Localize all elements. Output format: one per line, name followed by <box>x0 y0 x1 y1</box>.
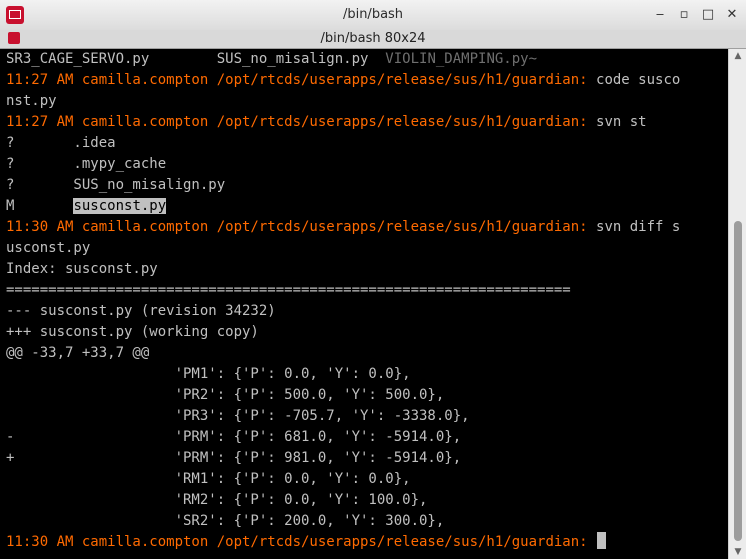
shell-prompt: 11:27 AM camilla.compton /opt/rtcds/user… <box>6 72 597 88</box>
line-text: - 'PRM': {'P': 681.0, 'Y': -5914.0}, <box>6 429 462 445</box>
terminal-line: --- susconst.py (revision 34232) <box>6 301 276 322</box>
line-text: code susco <box>596 72 681 88</box>
terminal-line: @@ -33,7 +33,7 @@ <box>6 343 149 364</box>
restore-button[interactable]: ▫ <box>676 7 692 23</box>
line-text: 'PR3': {'P': -705.7, 'Y': -3338.0}, <box>6 408 470 424</box>
close-button[interactable]: ✕ <box>724 7 740 23</box>
line-text: M <box>6 198 74 214</box>
terminal-line: ? SUS_no_misalign.py <box>6 175 225 196</box>
line-text: +++ susconst.py (working copy) <box>6 324 259 340</box>
terminal-line: 'PR3': {'P': -705.7, 'Y': -3338.0}, <box>6 406 470 427</box>
terminal-line: 'RM2': {'P': 0.0, 'Y': 100.0}, <box>6 490 428 511</box>
terminal-line: M susconst.py <box>6 196 167 217</box>
terminal-line: 11:27 AM camilla.compton /opt/rtcds/user… <box>6 112 647 133</box>
line-text: 'RM1': {'P': 0.0, 'Y': 0.0}, <box>6 471 411 487</box>
line-text: VIOLIN_DAMPING.py~ <box>385 51 538 67</box>
title-bar[interactable]: /bin/bash ‒ ▫ □ ✕ <box>0 0 746 31</box>
line-text: 'PM1': {'P': 0.0, 'Y': 0.0}, <box>6 366 411 382</box>
tab-title[interactable]: /bin/bash 80x24 <box>0 30 746 48</box>
terminal-line: Index: susconst.py <box>6 259 158 280</box>
line-text: --- susconst.py (revision 34232) <box>6 303 276 319</box>
terminal-line: ========================================… <box>6 280 571 301</box>
arrow-down-icon[interactable]: ▼ <box>729 545 746 559</box>
line-text: 'RM2': {'P': 0.0, 'Y': 100.0}, <box>6 492 428 508</box>
shell-prompt: 11:30 AM camilla.compton /opt/rtcds/user… <box>6 219 597 235</box>
terminal-line: +++ susconst.py (working copy) <box>6 322 259 343</box>
line-text: 'PR2': {'P': 500.0, 'Y': 500.0}, <box>6 387 445 403</box>
line-text: ? SUS_no_misalign.py <box>6 177 226 193</box>
line-text: ? .mypy_cache <box>6 156 167 172</box>
line-text: SR3_CAGE_SERVO.py SUS_no_misalign.py <box>6 51 386 67</box>
line-text: usconst.py <box>6 240 91 256</box>
maximize-button[interactable]: □ <box>700 7 716 23</box>
line-text: ========================================… <box>6 282 571 298</box>
terminal-line: 'PM1': {'P': 0.0, 'Y': 0.0}, <box>6 364 411 385</box>
terminal-line: 'PR2': {'P': 500.0, 'Y': 500.0}, <box>6 385 445 406</box>
terminal-window: /bin/bash ‒ ▫ □ ✕ /bin/bash 80x24 SR3_CA… <box>0 0 746 559</box>
terminal-line: 11:30 AM camilla.compton /opt/rtcds/user… <box>6 532 607 553</box>
terminal-line: usconst.py <box>6 238 90 259</box>
shell-prompt: 11:27 AM camilla.compton /opt/rtcds/user… <box>6 114 597 130</box>
shell-prompt: 11:30 AM camilla.compton /opt/rtcds/user… <box>6 534 597 550</box>
terminal-line: nst.py <box>6 91 57 112</box>
line-text: Index: susconst.py <box>6 261 158 277</box>
terminal-line: ? .mypy_cache <box>6 154 166 175</box>
line-text: ? .idea <box>6 135 116 151</box>
line-text: + 'PRM': {'P': 981.0, 'Y': -5914.0}, <box>6 450 462 466</box>
vertical-scrollbar[interactable]: ▲ ▼ <box>728 49 746 559</box>
terminal-line: 'RM1': {'P': 0.0, 'Y': 0.0}, <box>6 469 411 490</box>
line-text: 'SR2': {'P': 200.0, 'Y': 300.0}, <box>6 513 445 529</box>
window-title: /bin/bash <box>342 7 404 22</box>
arrow-up-icon[interactable]: ▲ <box>729 49 746 63</box>
terminal-line: + 'PRM': {'P': 981.0, 'Y': -5914.0}, <box>6 448 461 469</box>
terminal-line: ? .idea <box>6 133 116 154</box>
terminal-line: 11:27 AM camilla.compton /opt/rtcds/user… <box>6 70 680 91</box>
line-text: svn st <box>596 114 647 130</box>
terminal-line: 11:30 AM camilla.compton /opt/rtcds/user… <box>6 217 680 238</box>
line-text: svn diff s <box>596 219 681 235</box>
text-cursor <box>597 532 607 549</box>
terminal-output[interactable]: SR3_CAGE_SERVO.py SUS_no_misalign.py VIO… <box>0 49 728 559</box>
minimize-button[interactable]: ‒ <box>652 7 668 23</box>
line-text: nst.py <box>6 93 57 109</box>
terminal-line: SR3_CAGE_SERVO.py SUS_no_misalign.py VIO… <box>6 49 537 70</box>
terminal-line: - 'PRM': {'P': 681.0, 'Y': -5914.0}, <box>6 427 461 448</box>
line-text: @@ -33,7 +33,7 @@ <box>6 345 150 361</box>
terminal-line: 'SR2': {'P': 200.0, 'Y': 300.0}, <box>6 511 445 532</box>
scrollbar-thumb[interactable] <box>734 221 742 541</box>
selected-text: susconst.py <box>73 198 167 214</box>
